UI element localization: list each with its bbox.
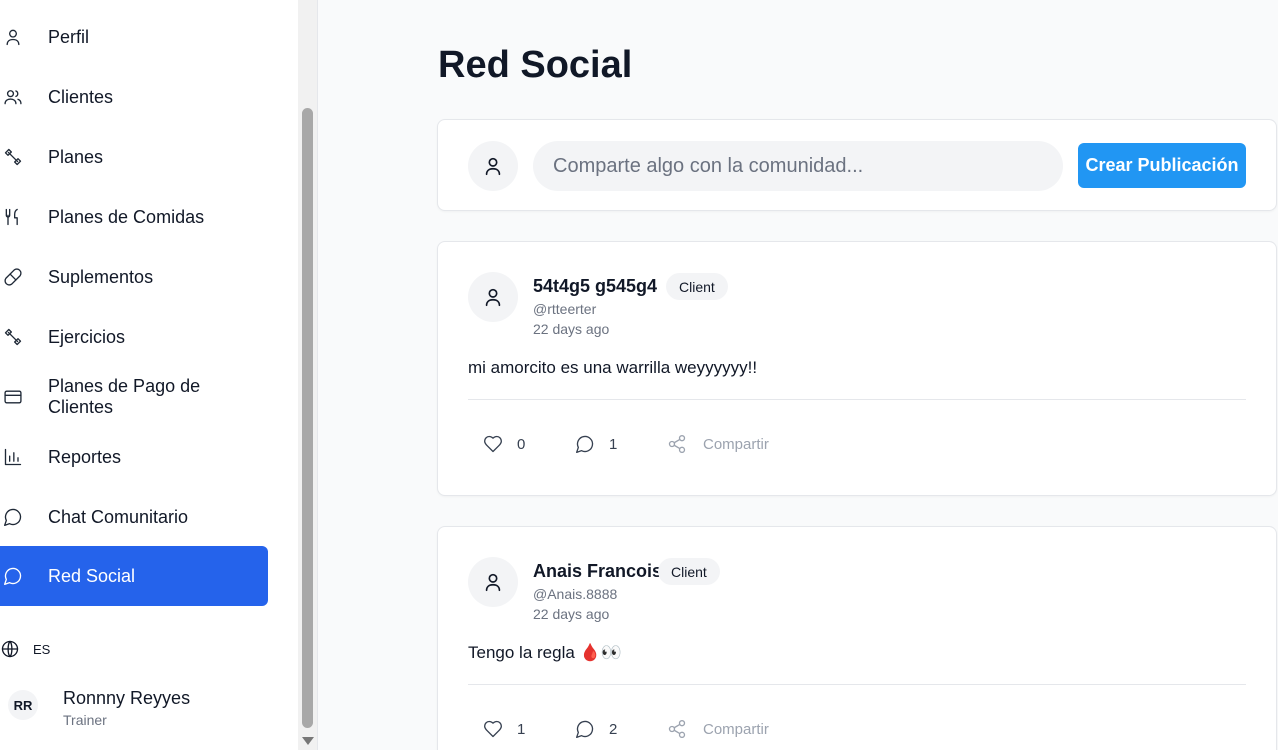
divider — [468, 399, 1246, 400]
like-button[interactable]: 0 — [483, 432, 525, 456]
sidebar-item-planes[interactable]: Planes — [0, 127, 268, 187]
share-icon — [668, 435, 686, 453]
role-badge: Client — [666, 273, 728, 300]
sidebar-item-planes-de-pago[interactable]: Planes de Pago de Clientes — [0, 367, 268, 427]
avatar[interactable] — [468, 557, 518, 607]
post-author-name[interactable]: Anais Francois — [533, 561, 662, 582]
post-card: 54t4g5 g545g4 Client @rtteerter 22 days … — [437, 241, 1277, 496]
comment-button[interactable]: 2 — [575, 717, 617, 741]
divider — [468, 684, 1246, 685]
avatar — [468, 141, 518, 191]
sidebar-item-label: Suplementos — [48, 266, 154, 287]
users-icon — [2, 86, 24, 108]
share-label: Compartir — [703, 720, 769, 738]
user-role: Trainer — [63, 712, 107, 728]
create-post-button[interactable]: Crear Publicación — [1078, 143, 1246, 188]
avatar: RR — [8, 690, 38, 720]
credit-card-icon — [2, 386, 24, 408]
like-count: 1 — [517, 720, 526, 738]
sidebar-scrollbar[interactable] — [298, 0, 318, 750]
like-count: 0 — [517, 435, 526, 453]
sidebar-item-suplementos[interactable]: Suplementos — [0, 247, 268, 307]
post-card: Anais Francois Client @Anais.8888 22 day… — [437, 526, 1277, 750]
sidebar-item-label: Perfil — [48, 26, 90, 47]
post-author-handle: @rtteerter — [533, 301, 597, 317]
sidebar-item-label: Ejercicios — [48, 326, 126, 347]
role-badge: Client — [658, 558, 720, 585]
user-name: Ronnny Reyyes — [63, 688, 191, 708]
post-timestamp: 22 days ago — [533, 606, 610, 622]
post-timestamp: 22 days ago — [533, 321, 610, 337]
heart-icon — [484, 720, 502, 738]
pill-icon — [2, 266, 24, 288]
scroll-down-arrow-icon[interactable] — [302, 737, 314, 745]
sidebar-item-planes-de-comidas[interactable]: Planes de Comidas — [0, 187, 268, 247]
user-icon — [485, 288, 501, 307]
user-icon — [485, 157, 501, 176]
language-selector[interactable]: ES — [0, 634, 120, 664]
post-content: Tengo la regla 🩸👀 — [468, 643, 622, 662]
message-circle-icon — [2, 565, 24, 587]
sidebar-item-ejercicios[interactable]: Ejercicios — [0, 307, 268, 367]
composer-input[interactable] — [533, 141, 1063, 191]
comment-count: 2 — [609, 720, 618, 738]
share-label: Compartir — [703, 435, 769, 453]
comment-count: 1 — [609, 435, 618, 453]
user-icon — [485, 573, 501, 592]
page-title: Red Social — [438, 44, 633, 86]
sidebar-item-label: Red Social — [48, 565, 136, 586]
sidebar-item-chat-comunitario[interactable]: Chat Comunitario — [0, 487, 268, 547]
sidebar-item-label: Clientes — [48, 86, 114, 107]
bar-chart-icon — [2, 446, 24, 468]
sidebar-item-label: Chat Comunitario — [48, 506, 189, 527]
share-button[interactable]: Compartir — [667, 717, 769, 741]
sidebar-item-reportes[interactable]: Reportes — [0, 427, 268, 487]
user-icon — [2, 26, 24, 48]
user-profile[interactable]: RR Ronnny Reyyes Trainer — [8, 684, 268, 732]
message-circle-icon — [576, 435, 594, 453]
sidebar-item-label: Planes — [48, 146, 104, 167]
share-icon — [668, 720, 686, 738]
comment-button[interactable]: 1 — [575, 432, 617, 456]
dumbbell-icon — [2, 146, 24, 168]
sidebar-item-perfil[interactable]: Perfil — [0, 7, 268, 67]
language-label: ES — [33, 641, 51, 657]
heart-icon — [484, 435, 502, 453]
message-circle-icon — [576, 720, 594, 738]
like-button[interactable]: 1 — [483, 717, 525, 741]
dumbbell-icon — [2, 326, 24, 348]
scrollbar-thumb[interactable] — [302, 108, 313, 728]
post-composer: Crear Publicación — [437, 119, 1277, 211]
sidebar-item-clientes[interactable]: Clientes — [0, 67, 268, 127]
message-circle-icon — [2, 506, 24, 528]
share-button[interactable]: Compartir — [667, 432, 769, 456]
utensils-icon — [2, 206, 24, 228]
avatar[interactable] — [468, 272, 518, 322]
post-author-name[interactable]: 54t4g5 g545g4 — [533, 276, 657, 297]
sidebar: Perfil Clientes Planes Planes de Comidas… — [0, 0, 298, 750]
sidebar-item-red-social[interactable]: Red Social — [0, 546, 268, 606]
sidebar-item-label: Planes de Pago de Clientes — [48, 376, 201, 417]
post-author-handle: @Anais.8888 — [533, 586, 618, 602]
globe-icon — [0, 639, 20, 659]
sidebar-item-label: Reportes — [48, 446, 122, 467]
post-content: mi amorcito es una warrilla weyyyyyy!! — [468, 358, 758, 377]
sidebar-item-label: Planes de Comidas — [48, 206, 205, 227]
